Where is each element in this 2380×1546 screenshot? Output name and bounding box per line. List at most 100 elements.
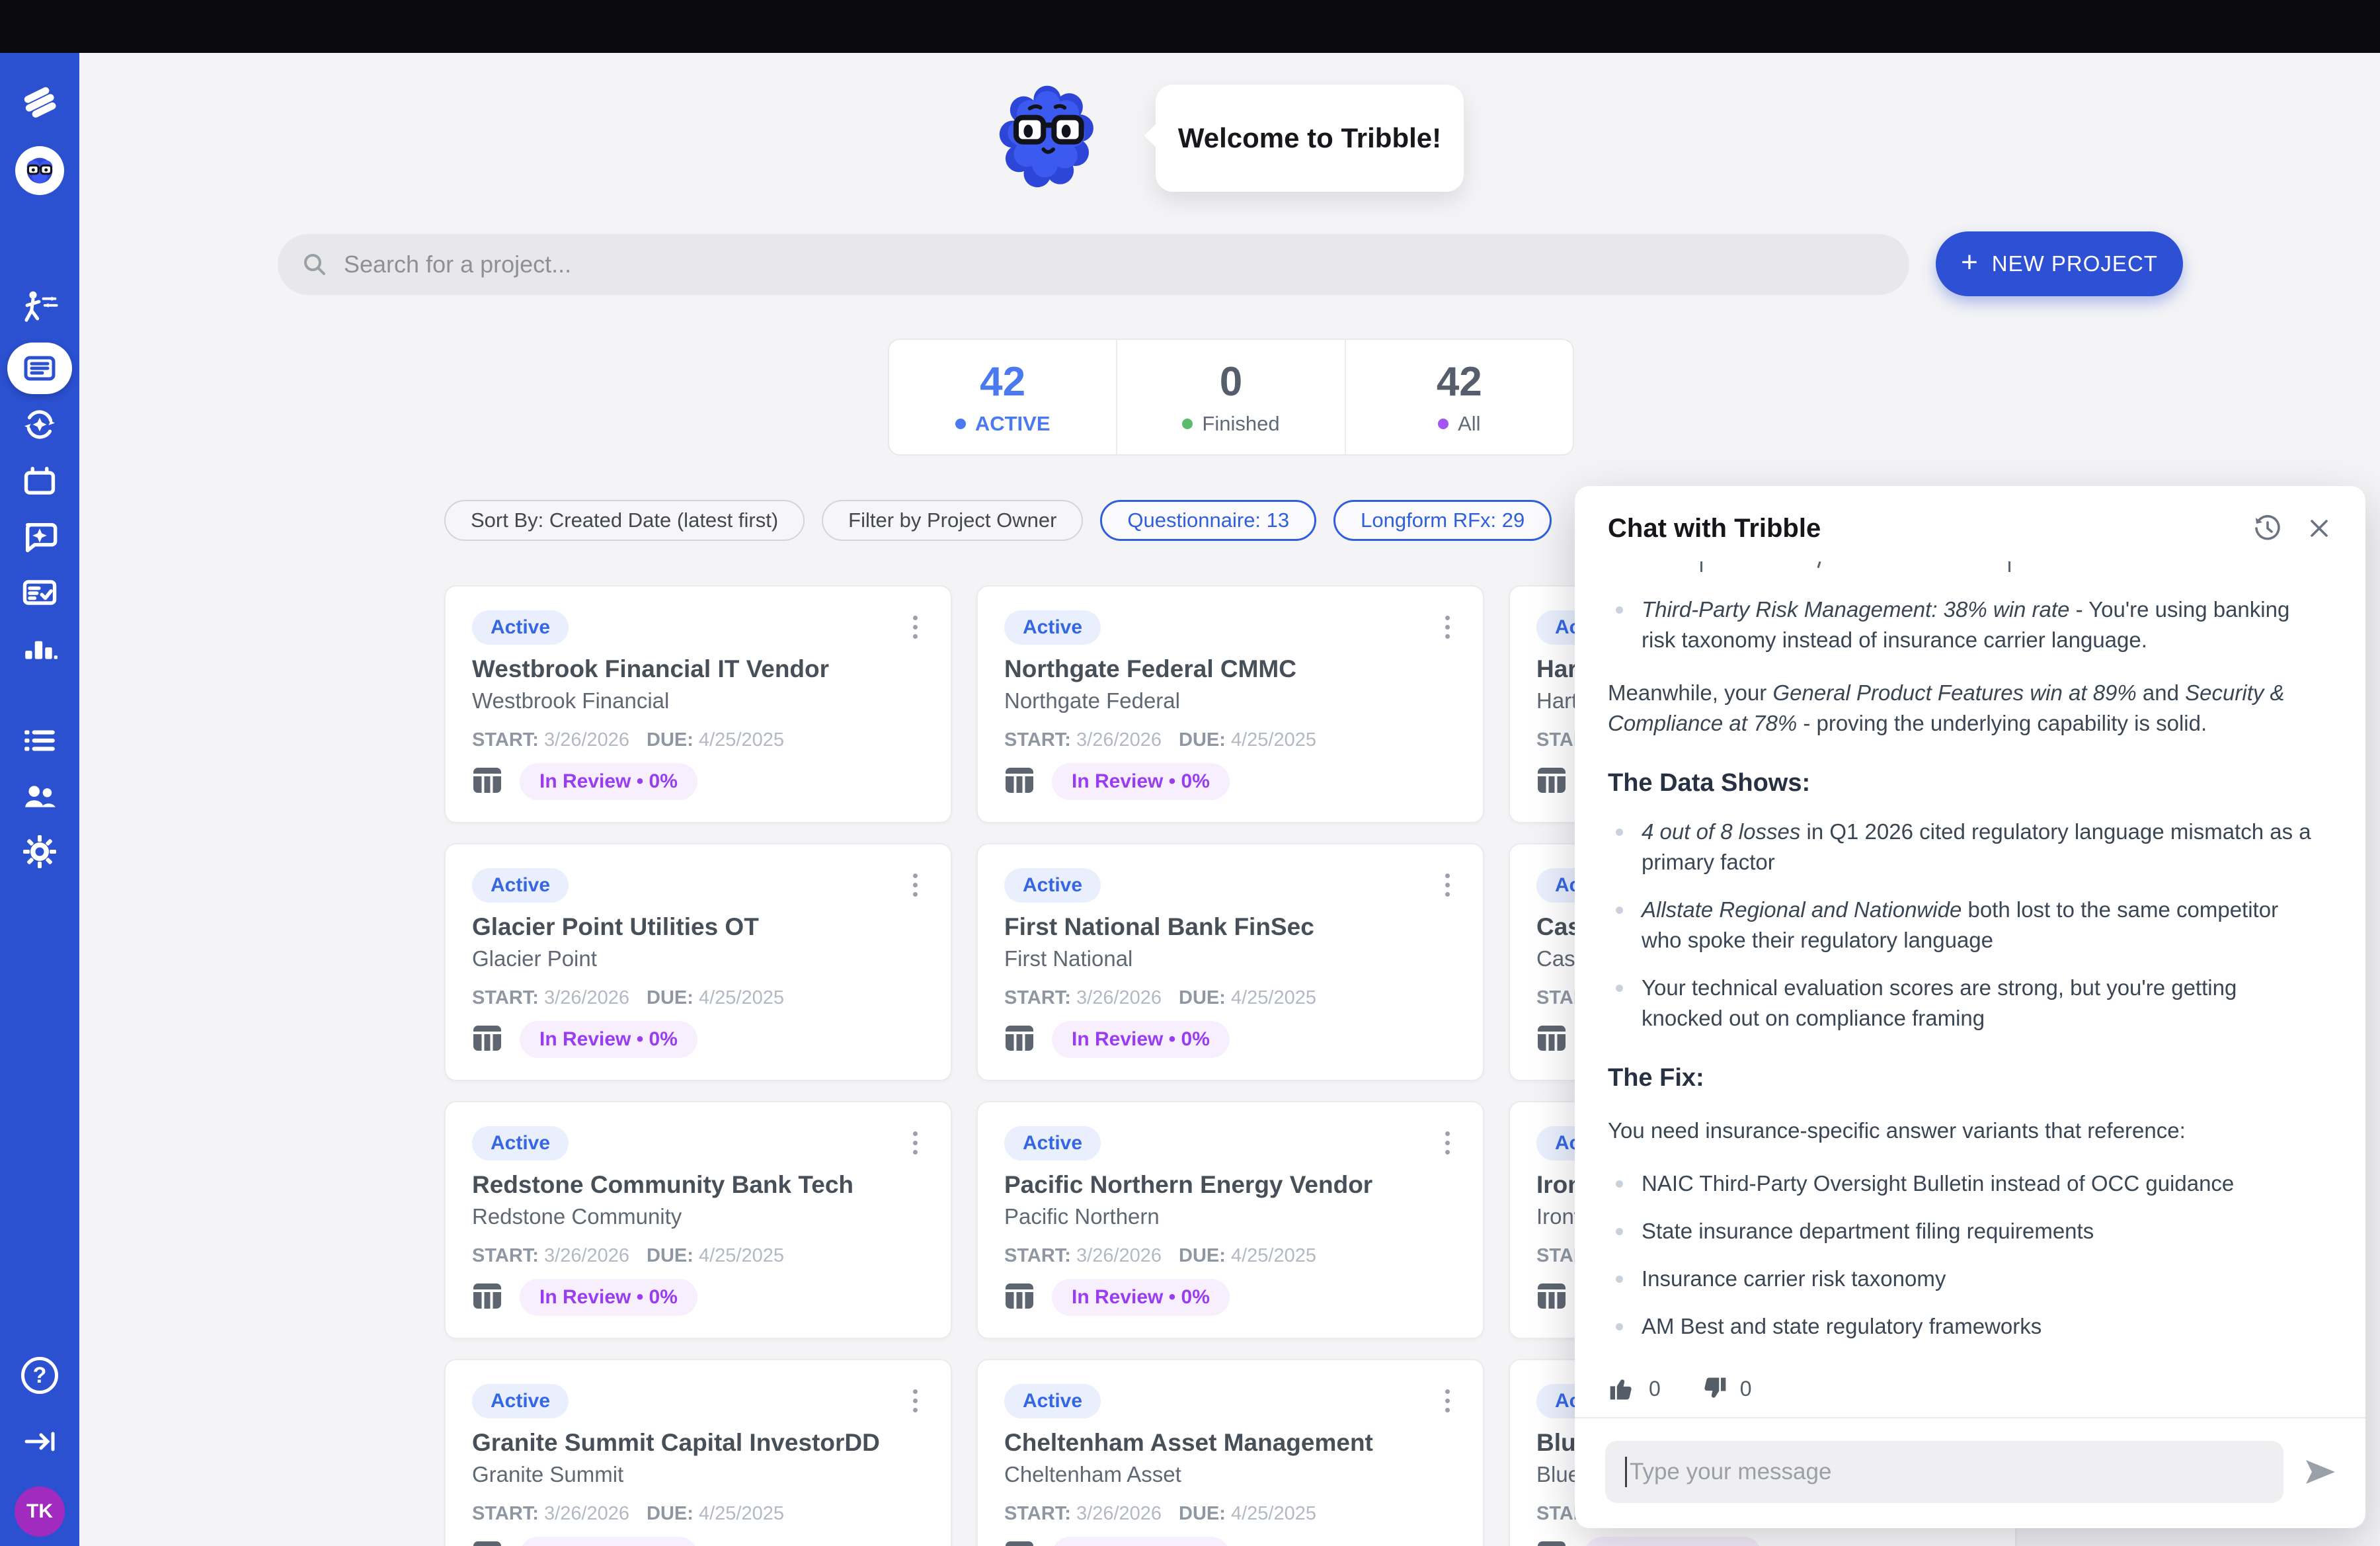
kebab-menu-icon[interactable] (1439, 610, 1456, 644)
tribble-mascot (990, 78, 1104, 204)
project-card[interactable]: Active Westbrook Financial IT Vendor Wes… (444, 585, 952, 823)
new-project-label: NEW PROJECT (1992, 251, 2158, 276)
thumbs-up-icon[interactable] (1608, 1374, 1637, 1403)
sort-chip[interactable]: Sort By: Created Date (latest first) (444, 500, 805, 541)
user-avatar[interactable]: TK (0, 1484, 79, 1539)
table-icon (1536, 1282, 1567, 1313)
table-icon (1536, 766, 1567, 797)
project-title: Westbrook Financial IT Vendor (472, 655, 924, 683)
project-card[interactable]: Active Pacific Northern Energy Vendor Pa… (976, 1101, 1484, 1339)
status-badge: Active (472, 610, 569, 645)
longform-chip[interactable]: Longform RFx: 29 (1333, 500, 1552, 541)
stat-active-label: ACTIVE (975, 412, 1051, 436)
projects-icon[interactable] (0, 341, 79, 395)
kebab-menu-icon[interactable] (906, 610, 924, 644)
project-company: Granite Summit (472, 1462, 924, 1487)
logout-icon[interactable] (0, 1420, 79, 1463)
table-icon (1004, 1282, 1035, 1313)
kebab-menu-icon[interactable] (1439, 1384, 1456, 1418)
status-badge: Active (1004, 1126, 1101, 1160)
project-title: Pacific Northern Energy Vendor (1004, 1171, 1456, 1199)
agents-icon[interactable] (0, 286, 79, 328)
review-icon[interactable] (0, 571, 79, 614)
chat-input[interactable]: Type your message (1605, 1441, 2283, 1503)
kebab-menu-icon[interactable] (906, 1126, 924, 1160)
sync-icon[interactable] (0, 403, 79, 446)
progress-pill: In Review • 0% (1584, 1537, 1762, 1546)
close-icon[interactable] (2302, 511, 2336, 546)
project-dates: START: 3/26/2026DUE: 4/25/2025 (472, 987, 924, 1009)
chat-bullet-item: Third-Party Risk Management: 38% win rat… (1608, 594, 2323, 655)
mascot-avatar-icon[interactable] (0, 144, 79, 197)
tribble-logo-icon[interactable] (0, 79, 79, 126)
project-company: Pacific Northern (1004, 1204, 1456, 1229)
table-icon (472, 1024, 502, 1055)
chat-icon[interactable] (0, 516, 79, 558)
analytics-icon[interactable] (0, 627, 79, 669)
project-card[interactable]: Active First National Bank FinSec First … (976, 843, 1484, 1081)
bullet-dot-icon (1616, 907, 1623, 914)
top-bar (0, 0, 2380, 53)
stat-finished[interactable]: 0 Finished (1116, 340, 1344, 454)
stat-all-value: 42 (1437, 358, 1482, 405)
project-dates: START: 3/26/2026DUE: 4/25/2025 (472, 1245, 924, 1267)
project-dates: START: 3/26/2026DUE: 4/25/2025 (472, 729, 924, 751)
new-project-button[interactable]: + NEW PROJECT (1936, 231, 2183, 296)
progress-pill: In Review • 0% (1052, 763, 1230, 800)
filter-bar: Sort By: Created Date (latest first) Fil… (444, 500, 1552, 541)
team-icon[interactable] (0, 775, 79, 817)
project-title: Glacier Point Utilities OT (472, 913, 924, 941)
project-title: First National Bank FinSec (1004, 913, 1456, 941)
chat-bullet-list: 4 out of 8 losses in Q1 2026 cited regul… (1608, 817, 2323, 1034)
project-dates: START: 3/26/2026DUE: 4/25/2025 (1004, 1503, 1456, 1525)
send-icon[interactable] (2303, 1456, 2338, 1488)
search-input[interactable] (344, 251, 1885, 278)
project-company: Westbrook Financial (472, 688, 924, 713)
table-icon (1536, 1024, 1567, 1055)
questionnaire-chip[interactable]: Questionnaire: 13 (1100, 500, 1316, 541)
chat-feedback: 0 0 (1575, 1360, 2365, 1417)
chat-heading: The Data Shows: (1608, 768, 2323, 798)
project-company: Northgate Federal (1004, 688, 1456, 713)
project-card[interactable]: Active Redstone Community Bank Tech Reds… (444, 1101, 952, 1339)
project-card[interactable]: Active Glacier Point Utilities OT Glacie… (444, 843, 952, 1081)
calendar-icon[interactable] (0, 460, 79, 503)
chat-panel: Chat with Tribble (1575, 486, 2365, 1528)
project-card[interactable]: Active Cheltenham Asset Management Chelt… (976, 1359, 1484, 1546)
table-icon (472, 1282, 502, 1313)
chat-header: Chat with Tribble (1575, 486, 2365, 557)
history-icon[interactable] (2250, 511, 2285, 546)
settings-icon[interactable] (0, 831, 79, 873)
stat-active[interactable]: 42 ACTIVE (889, 340, 1116, 454)
table-icon (1004, 766, 1035, 797)
progress-pill: In Review • 0% (520, 763, 697, 800)
menu-icon[interactable] (0, 719, 79, 762)
status-badge: Active (1004, 1384, 1101, 1418)
kebab-menu-icon[interactable] (1439, 1126, 1456, 1160)
help-icon[interactable]: ? (0, 1354, 79, 1397)
stat-all[interactable]: 42 All (1345, 340, 1573, 454)
app-root: ? TK (0, 0, 2380, 1546)
project-title: Granite Summit Capital InvestorDD (472, 1429, 924, 1457)
project-title: Redstone Community Bank Tech (472, 1171, 924, 1199)
progress-pill: In Review • 0% (520, 1279, 697, 1316)
stat-all-label: All (1458, 412, 1480, 436)
chat-bullet-item: NAIC Third-Party Oversight Bulletin inst… (1608, 1168, 2323, 1199)
project-card[interactable]: Active Granite Summit Capital InvestorDD… (444, 1359, 952, 1546)
chat-input-bar: Type your message (1575, 1417, 2365, 1528)
chat-bullet-item: Insurance carrier risk taxonomy (1608, 1264, 2323, 1294)
project-company: Redstone Community (472, 1204, 924, 1229)
help-label: ? (33, 1363, 47, 1389)
bullet-dot-icon (1616, 985, 1623, 992)
kebab-menu-icon[interactable] (906, 868, 924, 902)
kebab-menu-icon[interactable] (906, 1384, 924, 1418)
kebab-menu-icon[interactable] (1439, 868, 1456, 902)
project-card[interactable]: Active Northgate Federal CMMC Northgate … (976, 585, 1484, 823)
progress-pill: In Review • 0% (520, 1021, 697, 1058)
thumbs-down-icon[interactable] (1699, 1374, 1728, 1403)
stat-active-value: 42 (980, 358, 1025, 405)
search-bar (278, 234, 1909, 295)
stat-finished-label: Finished (1202, 412, 1279, 436)
owner-filter-chip[interactable]: Filter by Project Owner (822, 500, 1083, 541)
bullet-dot-icon (1616, 1323, 1623, 1330)
